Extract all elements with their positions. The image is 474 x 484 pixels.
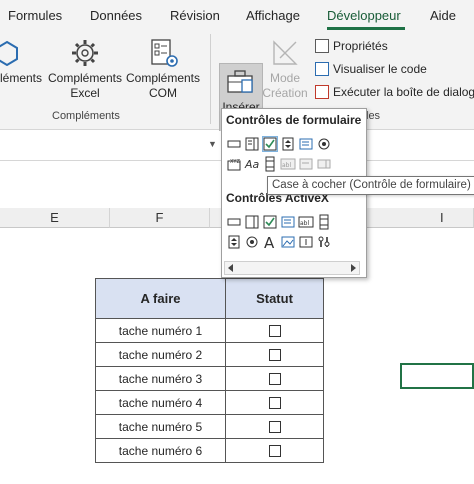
status-cell[interactable] [225,366,324,391]
table-row: tache numéro 4 [95,390,324,415]
svg-text:A: A [264,234,275,250]
tab-developpeur[interactable]: Développeur [327,8,401,23]
scroll-left-icon[interactable] [227,264,235,272]
spin-button-icon[interactable] [280,136,296,152]
checkbox[interactable] [268,325,281,338]
addins-excel-label-1: Compléments [47,71,123,85]
toolbox-icon [227,70,253,93]
combo-drop-edit-icon [316,156,332,172]
design-mode-label-2: Création [262,86,308,100]
selected-cell[interactable] [400,363,474,389]
addins-com-label-2: COM [149,86,177,100]
svg-text:Aa: Aa [244,158,260,171]
svg-text:abl: abl [300,220,309,227]
gear-icon[interactable] [70,38,100,68]
addins-com-label-1: Compléments [125,71,201,85]
design-mode-icon[interactable] [270,38,300,68]
run-dialog-button[interactable]: Exécuter la boîte de dialogue [333,85,474,99]
activex-toggle-button-icon[interactable] [298,234,314,250]
task-table: A faire Statut tache numéro 1 tache numé… [95,278,324,463]
status-cell[interactable] [225,342,324,367]
task-cell[interactable]: tache numéro 6 [95,438,226,463]
checkbox[interactable] [268,421,281,434]
form-controls-title: Contrôles de formulaire [226,113,362,127]
checkbox-control-icon[interactable] [262,136,278,152]
activex-spin-button-icon[interactable] [226,234,242,250]
tab-aide[interactable]: Aide [430,8,456,23]
chevron-down-icon[interactable]: ▼ [208,139,217,149]
view-code-icon [315,62,329,76]
run-dialog-icon [315,85,329,99]
task-cell[interactable]: tache numéro 1 [95,318,226,343]
addins-com-button[interactable]: Compléments COM [124,71,202,101]
design-mode-label-1: Mode [269,71,301,85]
scroll-bar-icon[interactable] [262,156,278,172]
status-cell[interactable] [225,318,324,343]
com-addins-icon[interactable] [148,37,180,69]
tab-affichage[interactable]: Affichage [246,8,300,23]
properties-icon [315,39,329,53]
table-row: tache numéro 3 [95,366,324,391]
task-cell[interactable]: tache numéro 5 [95,414,226,439]
button-control-icon[interactable] [226,136,242,152]
activex-option-button-icon[interactable] [244,234,260,250]
combo-list-edit-icon [298,156,314,172]
svg-text:abl: abl [282,162,291,169]
view-code-button[interactable]: Visualiser le code [333,62,427,76]
table-row: tache numéro 1 [95,318,324,343]
task-cell[interactable]: tache numéro 2 [95,342,226,367]
activex-list-box-icon[interactable] [280,214,296,230]
task-cell[interactable]: tache numéro 4 [95,390,226,415]
group-label-addins: Compléments [52,110,120,122]
scroll-right-icon[interactable] [349,264,357,272]
header-statut[interactable]: Statut [225,278,324,319]
label-control-icon[interactable]: Aa [244,156,260,172]
activex-image-icon[interactable] [280,234,296,250]
more-controls-icon[interactable] [316,234,332,250]
panel-scrollbar[interactable] [224,261,360,275]
status-cell[interactable] [225,390,324,415]
group-separator [210,34,211,124]
checkbox[interactable] [268,349,281,362]
svg-text:XYZ: XYZ [230,159,240,165]
table-row: tache numéro 6 [95,438,324,463]
tab-revision[interactable]: Révision [170,8,220,23]
status-cell[interactable] [225,438,324,463]
properties-button[interactable]: Propriétés [333,39,388,53]
activex-label-icon[interactable]: A [262,234,278,250]
hexagon-icon[interactable] [0,40,20,66]
activex-scroll-bar-icon[interactable] [316,214,332,230]
header-a-faire[interactable]: A faire [95,278,226,319]
checkbox[interactable] [268,373,281,386]
checkbox-tooltip: Case à cocher (Contrôle de formulaire) [267,176,474,195]
text-field-icon: abl [280,156,296,172]
activex-checkbox-icon[interactable] [262,214,278,230]
addins-partial-label[interactable]: léments [0,71,42,86]
table-header-row: A faire Statut [95,278,324,319]
group-label-controls: les [366,110,381,122]
addins-excel-button[interactable]: Compléments Excel [47,71,123,101]
column-header-e[interactable]: E [0,208,110,228]
checkbox[interactable] [268,397,281,410]
group-box-icon[interactable]: XYZ [226,156,242,172]
checkbox[interactable] [268,445,281,458]
activex-text-box-icon[interactable]: abl [298,214,314,230]
combo-box-icon[interactable] [244,136,260,152]
column-header-f[interactable]: F [110,208,210,228]
table-row: tache numéro 5 [95,414,324,439]
option-button-icon[interactable] [316,136,332,152]
table-row: tache numéro 2 [95,342,324,367]
status-cell[interactable] [225,414,324,439]
column-header-i[interactable]: I [360,208,474,228]
tab-donnees[interactable]: Données [90,8,142,23]
list-box-icon[interactable] [298,136,314,152]
task-cell[interactable]: tache numéro 3 [95,366,226,391]
tab-formules[interactable]: Formules [8,8,62,23]
design-mode-button[interactable]: Mode Création [262,71,308,101]
activex-button-icon[interactable] [226,214,242,230]
ribbon-tab-bar: Formules Données Révision Affichage Déve… [0,0,474,30]
activex-combo-box-icon[interactable] [244,214,260,230]
addins-excel-label-2: Excel [70,86,100,100]
